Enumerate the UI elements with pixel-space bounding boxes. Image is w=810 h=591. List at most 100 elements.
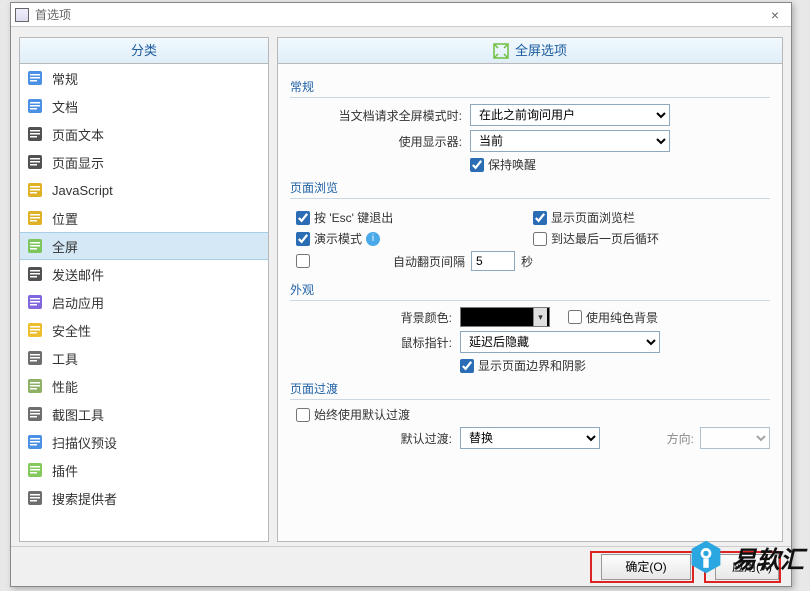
always-default-transition-checkbox[interactable]: 始终使用默认过渡 <box>296 406 410 423</box>
category-icon <box>26 153 44 171</box>
display-select[interactable]: 当前 <box>470 130 670 152</box>
sidebar-item-2[interactable]: 页面文本 <box>20 120 268 148</box>
section-transition-title: 页面过渡 <box>290 380 770 397</box>
sidebar-item-11[interactable]: 性能 <box>20 372 268 400</box>
ok-button[interactable]: 确定(O) <box>601 554 691 580</box>
category-icon <box>26 97 44 115</box>
pointer-label: 鼠标指针: <box>290 334 460 351</box>
sidebar-item-label: JavaScript <box>52 183 113 198</box>
keep-awake-checkbox[interactable]: 保持唤醒 <box>470 156 536 173</box>
sidebar-item-14[interactable]: 插件 <box>20 456 268 484</box>
close-icon[interactable]: × <box>763 7 787 23</box>
sidebar-item-label: 扫描仪预设 <box>52 433 117 452</box>
category-list[interactable]: 常规文档页面文本页面显示 JavaScript 位置全屏发送邮件启动应用安全性工具性… <box>20 64 268 541</box>
category-icon <box>26 125 44 143</box>
section-general-title: 常规 <box>290 78 770 95</box>
category-icon <box>26 181 44 199</box>
sidebar-item-7[interactable]: 发送邮件 <box>20 260 268 288</box>
loop-last-checkbox[interactable]: 到达最后一页后循环 <box>533 230 659 247</box>
fullscreen-request-label: 当文档请求全屏模式时: <box>290 107 470 124</box>
default-transition-select[interactable]: 替换 <box>460 427 600 449</box>
display-label: 使用显示器: <box>290 133 470 150</box>
divider <box>290 399 770 400</box>
highlight-box: 确定(O) <box>590 551 694 583</box>
sidebar-item-10[interactable]: 工具 <box>20 344 268 372</box>
solid-bg-checkbox[interactable]: 使用纯色背景 <box>568 309 658 326</box>
pointer-select[interactable]: 延迟后隐藏 <box>460 331 660 353</box>
show-navbar-checkbox[interactable]: 显示页面浏览栏 <box>533 209 635 226</box>
sidebar-item-12[interactable]: 截图工具 <box>20 400 268 428</box>
sidebar-item-4[interactable]: JavaScript <box>20 176 268 204</box>
fullscreen-request-select[interactable]: 在此之前询问用户 <box>470 104 670 126</box>
bg-color-label: 背景颜色: <box>290 309 460 326</box>
sidebar-item-label: 发送邮件 <box>52 265 104 284</box>
category-icon <box>26 209 44 227</box>
chevron-down-icon: ▾ <box>533 308 547 326</box>
divider <box>290 198 770 199</box>
auto-turn-spinner[interactable] <box>471 251 515 271</box>
sidebar-item-8[interactable]: 启动应用 <box>20 288 268 316</box>
bg-color-picker[interactable]: ▾ <box>460 307 550 327</box>
preferences-window: 首选项 × 分类 常规文档页面文本页面显示 JavaScript 位置全屏发送邮件启… <box>10 2 792 587</box>
category-icon <box>26 461 44 479</box>
sidebar-item-label: 启动应用 <box>52 293 104 312</box>
category-icon <box>26 433 44 451</box>
sidebar-item-6[interactable]: 全屏 <box>20 232 268 260</box>
section-nav-title: 页面浏览 <box>290 179 770 196</box>
watermark-text: 易软汇 <box>732 540 804 575</box>
sidebar-item-13[interactable]: 扫描仪预设 <box>20 428 268 456</box>
auto-turn-label: 自动翻页间隔 <box>393 253 465 270</box>
sidebar-item-5[interactable]: 位置 <box>20 204 268 232</box>
category-icon <box>26 489 44 507</box>
panel-title: 全屏选项 <box>515 38 567 64</box>
auto-turn-unit: 秒 <box>521 253 533 270</box>
sidebar-item-label: 插件 <box>52 461 78 480</box>
sidebar-item-label: 页面显示 <box>52 153 104 172</box>
category-icon <box>26 69 44 87</box>
sidebar-item-label: 页面文本 <box>52 125 104 144</box>
sidebar-item-15[interactable]: 搜索提供者 <box>20 484 268 512</box>
divider <box>290 97 770 98</box>
category-sidebar: 分类 常规文档页面文本页面显示 JavaScript 位置全屏发送邮件启动应用安全性… <box>19 37 269 542</box>
sidebar-item-0[interactable]: 常规 <box>20 64 268 92</box>
dialog-footer: 确定(O) 应用(A) <box>11 546 791 586</box>
category-icon <box>26 377 44 395</box>
category-icon <box>26 321 44 339</box>
divider <box>290 300 770 301</box>
app-icon <box>15 8 29 22</box>
category-icon <box>26 349 44 367</box>
sidebar-item-label: 性能 <box>52 377 78 396</box>
direction-label: 方向: <box>667 430 694 447</box>
presentation-mode-checkbox[interactable]: 演示模式 <box>296 230 362 247</box>
fullscreen-icon <box>493 43 509 59</box>
sidebar-item-label: 常规 <box>52 69 78 88</box>
section-appearance-title: 外观 <box>290 281 770 298</box>
sidebar-item-label: 位置 <box>52 209 78 228</box>
titlebar: 首选项 × <box>11 3 791 27</box>
sidebar-item-label: 文档 <box>52 97 78 116</box>
watermark: 易软汇 <box>688 539 804 575</box>
category-icon <box>26 265 44 283</box>
category-icon <box>26 293 44 311</box>
sidebar-item-1[interactable]: 文档 <box>20 92 268 120</box>
window-title: 首选项 <box>35 6 71 23</box>
show-shadow-checkbox[interactable]: 显示页面边界和阴影 <box>460 357 586 374</box>
settings-panel: 全屏选项 常规 当文档请求全屏模式时: 在此之前询问用户 使用显示器: 当前 保… <box>277 37 783 542</box>
sidebar-item-label: 搜索提供者 <box>52 489 117 508</box>
category-icon <box>26 237 44 255</box>
sidebar-item-9[interactable]: 安全性 <box>20 316 268 344</box>
sidebar-item-label: 工具 <box>52 349 78 368</box>
sidebar-item-3[interactable]: 页面显示 <box>20 148 268 176</box>
panel-header: 全屏选项 <box>278 38 782 64</box>
category-icon <box>26 405 44 423</box>
sidebar-header: 分类 <box>20 38 268 64</box>
info-icon[interactable]: i <box>366 232 380 246</box>
sidebar-item-label: 全屏 <box>52 237 78 256</box>
watermark-logo-icon <box>688 539 724 575</box>
sidebar-item-label: 安全性 <box>52 321 91 340</box>
sidebar-item-label: 截图工具 <box>52 405 104 424</box>
auto-turn-checkbox[interactable] <box>296 254 314 268</box>
default-transition-label: 默认过渡: <box>290 430 460 447</box>
esc-exit-checkbox[interactable]: 按 'Esc' 键退出 <box>296 209 393 226</box>
direction-select[interactable] <box>700 427 770 449</box>
